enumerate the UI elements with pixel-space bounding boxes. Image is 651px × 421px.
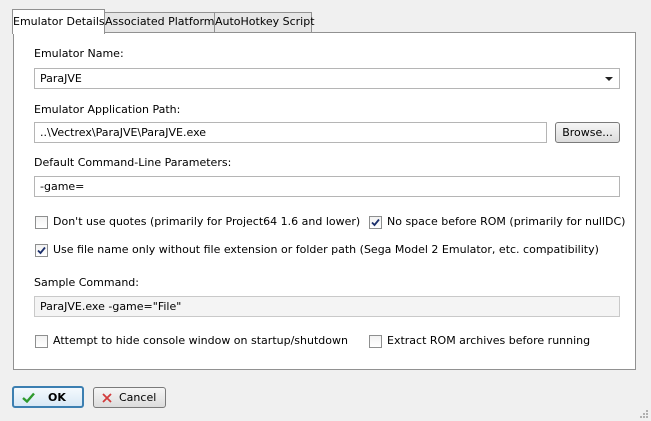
extract-rom-label: Extract ROM archives before running (387, 334, 591, 347)
app-path-input[interactable]: ..\Vectrex\ParaJVE\ParaJVE.exe (34, 122, 547, 143)
emulator-name-value: ParaJVE (40, 72, 82, 85)
tab-emulator-details[interactable]: Emulator Details (12, 9, 105, 34)
sample-command-field: ParaJVE.exe -game="File" (34, 296, 620, 317)
chevron-down-icon (605, 77, 613, 81)
close-icon (102, 393, 112, 403)
ok-button[interactable]: OK (12, 386, 84, 408)
emulator-details-panel: Emulator Name: ParaJVE Emulator Applicat… (13, 32, 636, 370)
no-space-checkbox[interactable] (369, 216, 382, 229)
emulator-name-label: Emulator Name: (34, 47, 124, 60)
sample-command-label: Sample Command: (34, 276, 139, 289)
app-path-label: Emulator Application Path: (34, 103, 181, 116)
ok-button-label: OK (48, 391, 66, 404)
hide-console-checkbox[interactable] (35, 335, 48, 348)
extract-rom-checkbox[interactable] (369, 335, 382, 348)
resize-grip-icon[interactable] (639, 409, 649, 419)
no-quotes-label: Don't use quotes (primarily for Project6… (53, 215, 361, 228)
hide-console-label: Attempt to hide console window on startu… (53, 334, 348, 347)
tab-autohotkey-script[interactable]: AutoHotkey Script (214, 12, 315, 32)
file-name-only-checkbox[interactable] (35, 244, 48, 257)
emulator-name-dropdown[interactable]: ParaJVE (34, 68, 620, 89)
no-space-label: No space before ROM (primarily for nullD… (387, 215, 626, 228)
browse-button[interactable]: Browse... (555, 122, 620, 143)
file-name-only-label: Use file name only without file extensio… (53, 243, 599, 256)
checkmark-icon (22, 392, 35, 403)
tab-associated-platforms[interactable]: Associated Platforms (104, 12, 220, 32)
params-label: Default Command-Line Parameters: (34, 156, 232, 169)
checkmark-icon (37, 246, 46, 255)
cancel-button-label: Cancel (119, 391, 157, 404)
no-quotes-checkbox[interactable] (35, 216, 48, 229)
params-input[interactable]: -game= (34, 176, 620, 197)
checkmark-icon (371, 218, 380, 227)
cancel-button[interactable]: Cancel (93, 387, 166, 408)
